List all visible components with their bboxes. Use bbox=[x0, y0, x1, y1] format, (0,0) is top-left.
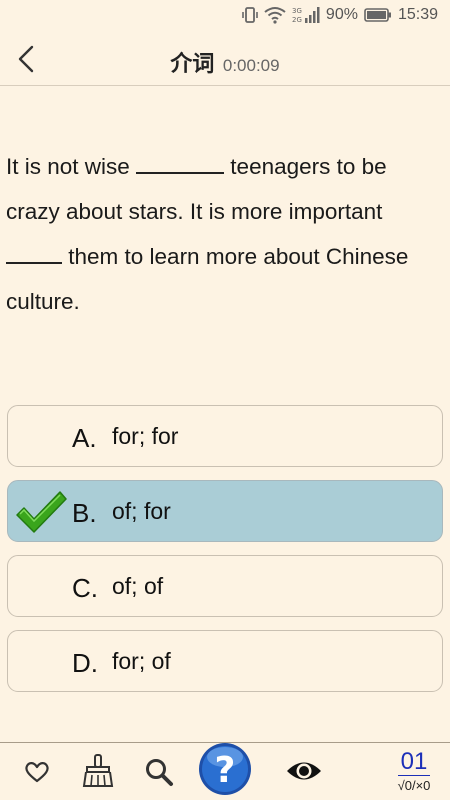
favorite-button[interactable] bbox=[24, 760, 50, 789]
title-wrap: 介词 0:00:09 bbox=[0, 46, 450, 78]
search-icon bbox=[146, 759, 173, 786]
question-part-1: It is not wise bbox=[6, 154, 137, 179]
status-time: 15:39 bbox=[397, 6, 438, 23]
page-title: 介词 bbox=[170, 52, 215, 77]
option-c[interactable]: C. of; of bbox=[7, 555, 443, 617]
status-icons: 3G 2G 90% 15:39 bbox=[242, 6, 438, 24]
blank-1 bbox=[136, 156, 225, 174]
svg-text:3G: 3G bbox=[292, 7, 302, 15]
option-letter: D. bbox=[72, 648, 98, 678]
question-number: 01 bbox=[397, 749, 431, 776]
option-b[interactable]: B. of; for bbox=[7, 480, 443, 542]
wifi-icon bbox=[264, 7, 286, 24]
battery-icon bbox=[364, 8, 391, 22]
vibrate-icon bbox=[242, 7, 258, 23]
help-icon: ? bbox=[199, 743, 251, 795]
broom-icon bbox=[82, 754, 114, 787]
eye-icon bbox=[287, 762, 321, 780]
battery-percent: 90% bbox=[325, 6, 358, 23]
score-text: √0/×0 bbox=[397, 778, 431, 793]
blank-2 bbox=[6, 246, 62, 264]
clear-button[interactable] bbox=[81, 753, 115, 794]
question-counter[interactable]: 01 √0/×0 bbox=[386, 749, 442, 794]
svg-text:?: ? bbox=[215, 750, 236, 791]
title-bar: 介词 0:00:09 bbox=[0, 32, 450, 86]
question-text: It is not wise teenagers to be crazy abo… bbox=[6, 144, 444, 324]
signal-icon: 3G 2G bbox=[292, 7, 320, 24]
option-a[interactable]: A. for; for bbox=[7, 405, 443, 467]
checkmark-icon bbox=[16, 491, 67, 533]
option-letter: C. bbox=[72, 573, 98, 603]
option-d[interactable]: D. for; of bbox=[7, 630, 443, 692]
option-text: of; for bbox=[112, 498, 171, 524]
svg-text:2G: 2G bbox=[292, 16, 302, 24]
show-answer-button[interactable] bbox=[285, 757, 323, 790]
help-button[interactable]: ? bbox=[197, 741, 253, 800]
option-letter: B. bbox=[72, 498, 97, 528]
search-button[interactable] bbox=[144, 757, 174, 792]
option-letter: A. bbox=[72, 423, 97, 453]
option-text: for; for bbox=[112, 423, 179, 449]
timer: 0:00:09 bbox=[222, 56, 280, 75]
heart-icon bbox=[25, 762, 49, 783]
bottom-toolbar: ? 01 √0/×0 bbox=[0, 742, 450, 800]
option-text: for; of bbox=[112, 648, 171, 674]
status-bar: 3G 2G 90% 15:39 bbox=[0, 0, 450, 32]
question-part-3: them to learn more about Chinese culture… bbox=[6, 244, 409, 314]
option-text: of; of bbox=[112, 573, 164, 599]
